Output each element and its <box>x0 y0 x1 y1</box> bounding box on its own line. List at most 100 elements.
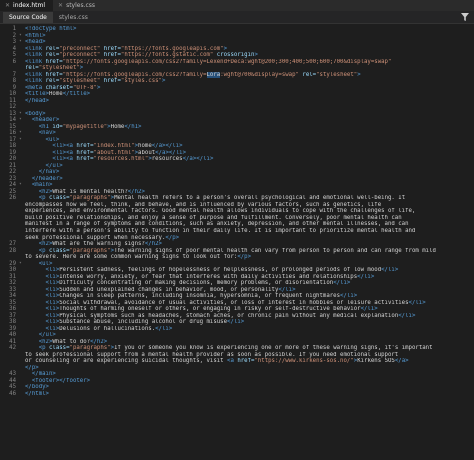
code-token: "mypagetitle" <box>62 123 108 130</box>
tab-label: index.html <box>13 2 46 9</box>
styles-css-button[interactable]: styles.css <box>53 12 94 23</box>
tab-index-html[interactable]: ✕ index.html <box>0 0 54 11</box>
code-token: rel= <box>298 71 317 78</box>
code-token: href= <box>100 52 121 59</box>
code-token: <!doctype html> <box>25 26 77 32</box>
code-token: > <box>254 52 258 59</box>
code-token: </a></li> <box>182 156 214 163</box>
code-token: <title> <box>25 91 49 98</box>
code-token: <p <box>38 345 49 352</box>
code-token: "stylesheet" <box>316 71 358 78</box>
code-token: id= <box>52 123 63 130</box>
code-token: </h1> <box>124 123 142 130</box>
code-token: <li> <box>45 325 60 332</box>
code-token: Delusions or hallucinations. <box>59 325 156 332</box>
code-token: Home <box>48 91 63 98</box>
code-token: <meta <box>25 84 46 91</box>
code-token: <link <box>25 71 46 78</box>
code-token: href= <box>76 149 94 156</box>
code-token: crossorigin <box>213 52 255 59</box>
code-token: > <box>96 84 101 91</box>
code-token: </li> <box>340 293 358 300</box>
code-token: </h2> <box>90 338 108 345</box>
code-token: > <box>357 71 361 78</box>
code-token: "stylesheet" <box>38 65 80 72</box>
code-token: Thoughts of harming oneself or others, o… <box>59 306 361 313</box>
code-token: "index.html" <box>93 143 135 150</box>
code-token: Difficulty concentrating or making decis… <box>59 280 334 287</box>
code-token: </head> <box>25 97 49 104</box>
code-token: <header> <box>31 117 60 124</box>
code-token: <h2> <box>38 241 53 248</box>
code-token: </body> <box>25 384 49 391</box>
code-token: > <box>161 78 166 85</box>
code-line[interactable]: 46 </html> <box>0 391 474 398</box>
code-token: href= <box>45 58 63 65</box>
code-token: </ul> <box>45 162 63 169</box>
code-token: "UTF-8" <box>72 84 97 91</box>
code-token: "preconnect" <box>59 45 101 52</box>
code-token: <li> <box>45 293 60 300</box>
code-token: </title> <box>62 91 91 98</box>
code-token: <li> <box>45 267 60 274</box>
code-token: Home <box>110 123 125 130</box>
tab-styles-css[interactable]: ✕ styles.css <box>53 0 103 11</box>
code-token: <p <box>38 195 49 202</box>
code-token: <link <box>25 78 46 85</box>
code-token: about <box>138 149 156 156</box>
code-token: <li><a <box>52 143 77 150</box>
code-token: rel= <box>25 65 39 72</box>
code-token: <ul> <box>45 136 60 143</box>
close-icon[interactable]: ✕ <box>58 2 63 9</box>
code-token: <main> <box>31 182 53 189</box>
code-token: </p> <box>237 254 252 261</box>
code-token: "https://fonts.googleapis.com" <box>120 45 224 52</box>
code-token: or counseling or are experiencing suicid… <box>25 358 228 365</box>
code-token: <li> <box>45 299 60 306</box>
code-token: resources <box>151 156 183 163</box>
editor-toolbar: Source Code styles.css <box>0 11 474 24</box>
code-token: </li> <box>381 267 399 274</box>
code-token: </ul> <box>38 332 56 339</box>
code-token: <li> <box>45 319 60 326</box>
code-token: <ul> <box>38 260 53 267</box>
code-token: <body> <box>25 110 46 117</box>
line-code: </html> <box>25 391 474 398</box>
code-lines: 1 <!doctype html> 2 ▾ <html> 3 ▾ <head> 4 <link r… <box>0 24 474 397</box>
code-token: build positive relationships, and enjoy … <box>25 214 402 221</box>
source-code-button[interactable]: Source Code <box>3 11 53 23</box>
code-token: class= <box>48 345 70 352</box>
code-token: Persistent sadness, feelings of hopeless… <box>59 267 382 274</box>
code-token: <link <box>25 52 46 59</box>
code-token: > <box>79 65 84 72</box>
code-token: </p> <box>165 234 180 241</box>
filter-icon[interactable] <box>461 13 469 21</box>
code-token: If you or someone you know is experienci… <box>114 345 433 352</box>
code-token: Substance abuse, including alcohol or dr… <box>59 319 228 326</box>
code-editor[interactable]: 1 <!doctype html> 2 ▾ <html> 3 ▾ <head> 4 <link r… <box>0 24 474 460</box>
code-token: <h2> <box>38 338 53 345</box>
code-token: home <box>138 143 152 150</box>
code-token: <li><a <box>52 156 77 163</box>
code-token: </a></li> <box>151 143 183 150</box>
close-icon[interactable]: ✕ <box>5 2 10 9</box>
code-token: What are the warning signs? <box>52 241 145 248</box>
